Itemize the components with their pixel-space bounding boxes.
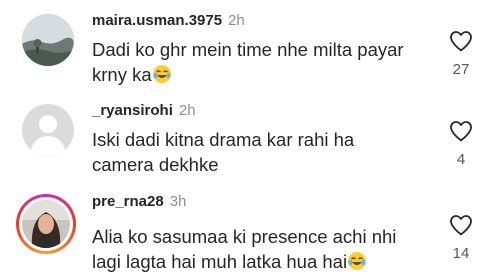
avatar[interactable] [22, 14, 74, 66]
like-area: 27 [446, 30, 476, 78]
username[interactable]: _ryansirohi [92, 102, 173, 119]
laughing-emoji-icon [347, 251, 367, 271]
story-ring[interactable] [16, 194, 76, 254]
comment-text: Alia ko sasumaa ki presence achi nhi lag… [92, 226, 397, 272]
timestamp: 3h [169, 193, 187, 210]
like-count: 4 [456, 151, 466, 168]
comment-text: Dadi ko ghr mein time nhe milta payar kr… [92, 39, 404, 85]
comment-text: Iski dadi kitna drama kar rahi ha camera… [92, 129, 355, 175]
laughing-emoji-icon [152, 64, 172, 84]
like-area: 14 [446, 214, 476, 262]
avatar[interactable] [22, 104, 74, 156]
heart-icon[interactable] [446, 30, 476, 52]
timestamp: 2h [178, 102, 196, 119]
timestamp: 2h [228, 12, 245, 29]
like-count: 27 [452, 61, 470, 78]
username[interactable]: pre_rna28 [92, 193, 164, 210]
heart-icon[interactable] [446, 120, 476, 142]
avatar[interactable] [22, 200, 70, 248]
like-count: 14 [452, 245, 470, 262]
username[interactable]: maira.usman.3975 [92, 12, 222, 29]
heart-icon[interactable] [446, 214, 476, 236]
like-area: 4 [446, 120, 476, 168]
